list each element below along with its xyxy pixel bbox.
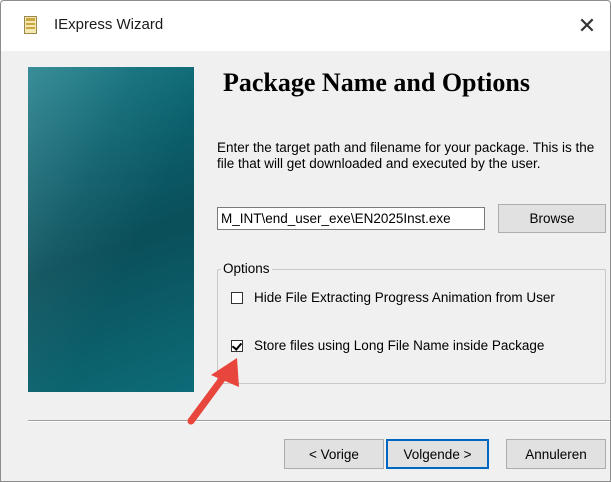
long-file-name-checkbox[interactable]: [231, 339, 243, 352]
back-button[interactable]: < Vorige: [284, 439, 384, 469]
close-icon: ✕: [577, 13, 597, 38]
cancel-button[interactable]: Annuleren: [506, 439, 606, 469]
package-path-input[interactable]: [217, 207, 485, 230]
long-file-name-option[interactable]: Store files using Long File Name inside …: [231, 338, 544, 353]
page-title: Package Name and Options: [223, 68, 530, 97]
hide-progress-checkbox[interactable]: [231, 291, 243, 304]
iexpress-wizard-window: IExpress Wizard ✕ Package Name and Optio…: [0, 0, 611, 482]
footer-separator: [28, 420, 610, 422]
hide-progress-option[interactable]: Hide File Extracting Progress Animation …: [231, 290, 555, 305]
window-title: IExpress Wizard: [54, 16, 164, 33]
close-button[interactable]: ✕: [564, 1, 610, 51]
next-button[interactable]: Volgende >: [386, 439, 489, 469]
long-file-name-label[interactable]: Store files using Long File Name inside …: [254, 338, 544, 353]
iexpress-app-icon: [24, 16, 37, 34]
banner-shine: [28, 67, 194, 392]
hide-progress-label[interactable]: Hide File Extracting Progress Animation …: [254, 290, 555, 305]
red-arrow-icon: [187, 358, 239, 425]
browse-button[interactable]: Browse: [498, 204, 606, 233]
title-bar: IExpress Wizard ✕: [1, 1, 610, 51]
options-legend: Options: [221, 261, 272, 276]
options-groupbox: [217, 269, 606, 384]
wizard-banner-image: [28, 67, 194, 392]
page-description: Enter the target path and filename for y…: [217, 140, 595, 171]
